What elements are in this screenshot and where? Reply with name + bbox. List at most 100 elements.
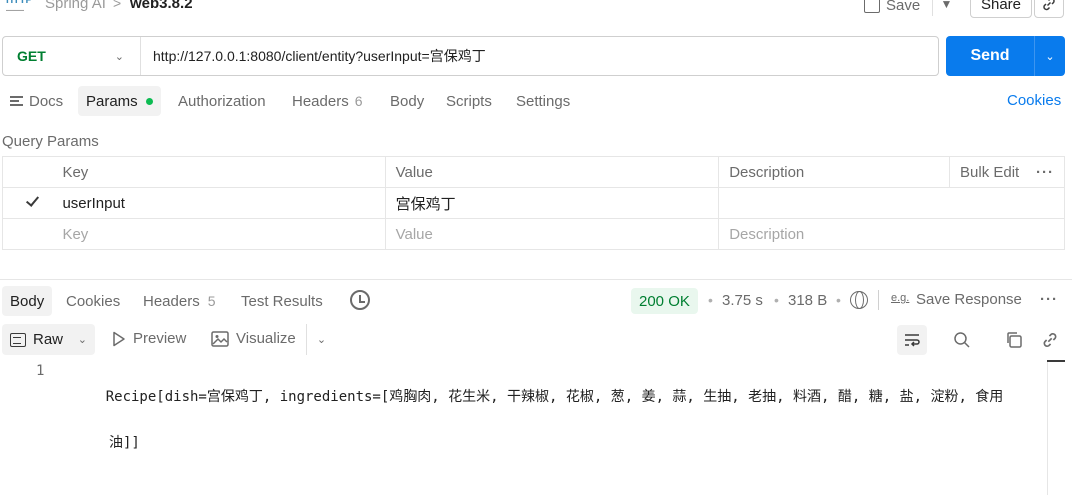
send-options-chevron-down-icon[interactable]: ⌄ — [1035, 50, 1065, 63]
breadcrumb-separator: > — [113, 0, 122, 11]
new-param-description-input[interactable]: Description — [718, 218, 1065, 250]
request-url-bar: GET ⌄ — [2, 36, 939, 76]
param-description[interactable] — [718, 187, 1065, 219]
format-select[interactable]: Raw ⌄ — [2, 324, 95, 355]
history-icon[interactable] — [350, 290, 370, 310]
response-headers-count: 5 — [207, 293, 216, 309]
scrollbar[interactable] — [1047, 360, 1048, 495]
tab-body[interactable]: Body — [390, 86, 424, 116]
format-label: Raw — [33, 331, 64, 348]
response-tab-cookies[interactable]: Cookies — [66, 286, 120, 316]
wrap-lines-icon — [905, 334, 920, 347]
tab-docs[interactable]: Docs — [10, 86, 63, 116]
visualize-chevron-down-icon[interactable]: ⌄ — [306, 324, 336, 355]
checkmark-icon — [25, 194, 39, 208]
column-header-description: Description — [718, 156, 951, 188]
chevron-down-icon: ⌄ — [114, 50, 124, 63]
tab-settings[interactable]: Settings — [516, 86, 570, 116]
save-label: Save — [886, 0, 921, 14]
raw-format-icon — [10, 332, 26, 347]
meta-separator: • — [774, 292, 779, 308]
link-icon[interactable] — [1040, 330, 1060, 350]
response-body-line-wrap: 油]] — [109, 435, 140, 451]
breadcrumb-current[interactable]: web3.8.2 — [130, 0, 193, 12]
wrap-lines-button[interactable] — [897, 325, 927, 355]
method-select[interactable]: GET ⌄ — [3, 37, 141, 75]
tab-headers[interactable]: Headers 6 — [292, 86, 363, 116]
tab-scripts[interactable]: Scripts — [446, 86, 492, 116]
docs-icon — [10, 94, 23, 108]
response-tab-test-results-label: Test Results — [241, 292, 323, 310]
save-icon — [864, 0, 880, 13]
top-bar: HTTP ——— Spring AI > web3.8.2 Save ▼ Shar… — [0, 0, 1072, 18]
response-body-editor[interactable]: 1 Recipe[dish=宫保鸡丁, ingredients=[鸡胸肉, 花生… — [0, 360, 1046, 495]
play-icon — [113, 331, 125, 346]
save-button[interactable]: Save — [864, 0, 920, 16]
new-param-key-input[interactable]: Key — [60, 218, 386, 250]
response-tabs: Body Cookies Headers 5 Test Results — [0, 286, 1072, 316]
response-body-text: Recipe[dish=宫保鸡丁, ingredients=[鸡胸肉, 花生米,… — [72, 363, 1038, 495]
param-value[interactable]: 宫保鸡丁 — [384, 187, 720, 219]
bulk-edit-cell: Bulk Edit ··· — [949, 156, 1065, 188]
response-tab-body-label: Body — [10, 292, 45, 310]
copy-icon[interactable] — [1004, 330, 1024, 350]
tab-headers-label: Headers — [292, 92, 349, 110]
preview-button[interactable]: Preview — [112, 330, 186, 347]
save-options-chevron-down-icon[interactable]: ▼ — [932, 0, 960, 16]
response-tab-cookies-label: Cookies — [66, 292, 121, 310]
column-header-value: Value — [384, 156, 720, 188]
params-active-dot-icon — [145, 97, 153, 105]
new-param-value-input[interactable]: Value — [384, 218, 720, 250]
copy-link-button[interactable] — [1034, 0, 1064, 18]
request-tabs: Docs Params Authorization Headers 6 Body… — [0, 86, 1072, 116]
preview-label: Preview — [133, 330, 187, 347]
tab-settings-label: Settings — [516, 92, 571, 110]
tab-authorization-label: Authorization — [178, 92, 266, 110]
meta-separator: • — [708, 292, 713, 308]
section-divider — [0, 279, 1072, 280]
send-button[interactable]: Send ⌄ — [946, 36, 1065, 76]
response-size: 318 B — [788, 292, 828, 309]
visualize-label: Visualize — [236, 330, 296, 347]
network-globe-icon[interactable] — [850, 291, 868, 309]
chevron-down-icon: ⌄ — [77, 334, 87, 346]
table-row-new: Key Value Description — [2, 218, 1065, 250]
tab-params[interactable]: Params — [78, 86, 161, 116]
response-more-options-icon[interactable]: ··· — [1040, 291, 1058, 308]
response-tab-test-results[interactable]: Test Results — [241, 286, 323, 316]
tab-scripts-label: Scripts — [446, 92, 492, 110]
image-icon — [211, 330, 229, 347]
cookies-link[interactable]: Cookies — [1007, 92, 1061, 109]
more-options-icon[interactable]: ··· — [1036, 164, 1054, 181]
response-time: 3.75 s — [722, 292, 763, 309]
share-button[interactable]: Share — [970, 0, 1032, 18]
tab-body-label: Body — [390, 92, 425, 110]
scrollbar-thumb[interactable] — [1047, 360, 1065, 362]
url-input[interactable] — [141, 37, 938, 75]
line-number: 1 — [36, 363, 45, 379]
search-icon[interactable] — [952, 330, 972, 350]
response-body-line: Recipe[dish=宫保鸡丁, ingredients=[鸡胸肉, 花生米,… — [105, 389, 1004, 405]
visualize-button[interactable]: Visualize — [211, 330, 296, 347]
column-header-key: Key — [60, 156, 386, 188]
meta-separator: • — [836, 292, 841, 308]
response-tab-body[interactable]: Body — [2, 286, 53, 316]
status-badge: 200 OK — [631, 288, 698, 314]
breadcrumb-parent[interactable]: Spring AI — [45, 0, 106, 12]
toolbar-divider — [878, 290, 879, 310]
bulk-edit-button[interactable]: Bulk Edit — [960, 164, 1019, 181]
http-request-icon: HTTP ——— — [6, 0, 33, 14]
tab-params-label: Params — [86, 92, 138, 110]
param-key[interactable]: userInput — [60, 187, 386, 219]
save-response-button[interactable]: Save Response — [916, 291, 1022, 308]
tab-headers-count: 6 — [354, 93, 363, 109]
header-checkbox-cell — [2, 156, 61, 188]
example-icon: e.g. — [891, 292, 910, 304]
send-label: Send — [970, 47, 1010, 64]
tab-authorization[interactable]: Authorization — [178, 86, 266, 116]
table-header-row: Key Value Description Bulk Edit ··· — [2, 156, 1065, 188]
query-params-title: Query Params — [2, 133, 99, 150]
query-params-table: Key Value Description Bulk Edit ··· user… — [2, 156, 1065, 250]
param-checkbox[interactable] — [2, 187, 61, 219]
response-tab-headers[interactable]: Headers 5 — [143, 286, 216, 316]
